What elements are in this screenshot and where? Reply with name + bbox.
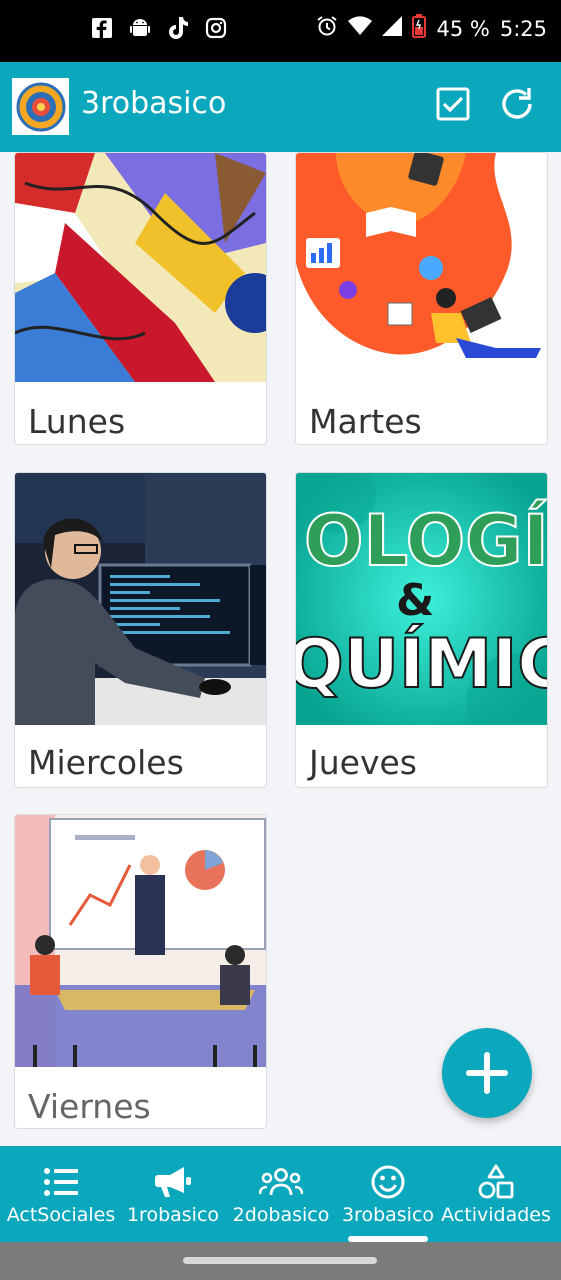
shapes-icon — [478, 1164, 514, 1200]
app-bar: 3robasico — [0, 62, 561, 152]
tab-label: 3robasico — [341, 1204, 435, 1226]
card-image-programmer — [15, 473, 266, 725]
checkbox-icon — [436, 87, 470, 121]
facebook-icon — [90, 16, 114, 40]
jueves-image-line2: QUÍMICA — [296, 624, 547, 704]
smiley-icon — [371, 1164, 405, 1200]
day-label: Jueves — [309, 743, 417, 782]
day-label: Viernes — [28, 1087, 151, 1126]
day-card-viernes[interactable]: Viernes — [14, 814, 267, 1129]
tab-label: ActSociales — [6, 1204, 116, 1226]
day-label: Miercoles — [28, 743, 184, 782]
add-button[interactable] — [442, 1028, 532, 1118]
card-image-biologia-quimica: OLOGÍ & QUÍMICA — [296, 473, 547, 753]
jueves-image-amp: & — [396, 575, 434, 626]
battery-percent: 45 % — [436, 16, 490, 41]
tab-label: 1robasico — [126, 1204, 220, 1226]
alarm-icon — [316, 15, 338, 42]
instagram-icon — [204, 16, 228, 40]
notification-icons — [90, 16, 228, 40]
tab-2dobasico[interactable]: 2dobasico — [224, 1146, 338, 1242]
battery-icon — [412, 14, 427, 43]
app-title: 3robasico — [81, 86, 227, 121]
day-card-martes[interactable]: Martes — [295, 152, 548, 445]
tab-3robasico[interactable]: 3robasico — [338, 1146, 438, 1242]
tab-actsociales[interactable]: ActSociales — [0, 1146, 122, 1242]
tab-label: Actividades — [441, 1204, 551, 1226]
megaphone-icon — [154, 1164, 192, 1200]
tiktok-icon — [166, 16, 190, 40]
card-image-study — [296, 153, 547, 382]
tab-1robasico[interactable]: 1robasico — [122, 1146, 224, 1242]
day-label: Lunes — [28, 402, 126, 441]
day-card-miercoles[interactable]: Miercoles — [14, 472, 267, 788]
wifi-icon — [348, 16, 373, 41]
select-button[interactable] — [433, 84, 473, 124]
day-label: Martes — [309, 402, 422, 441]
day-card-lunes[interactable]: Lunes — [14, 152, 267, 445]
card-image-paint — [15, 153, 266, 382]
list-icon — [43, 1164, 79, 1200]
home-gesture-handle[interactable] — [183, 1257, 377, 1264]
tab-actividades[interactable]: Actividades — [438, 1146, 554, 1242]
system-status: 45 % 5:25 — [316, 14, 547, 43]
status-bar: 45 % 5:25 — [0, 0, 561, 62]
signal-icon — [382, 16, 403, 41]
plus-icon — [466, 1052, 508, 1094]
app-logo — [12, 78, 69, 135]
clock-time: 5:25 — [499, 16, 547, 41]
jueves-image-line1: OLOGÍ — [304, 500, 547, 582]
refresh-button[interactable] — [497, 84, 537, 124]
card-image-presentation — [15, 815, 266, 1067]
android-icon — [128, 16, 152, 40]
group-icon — [259, 1164, 303, 1200]
tab-label: 2dobasico — [232, 1204, 330, 1226]
refresh-icon — [502, 88, 532, 119]
day-card-jueves[interactable]: OLOGÍ & QUÍMICA Jueves — [295, 472, 548, 788]
bottom-nav: ActSociales 1robasico 2dobasico 3robasic… — [0, 1146, 561, 1242]
